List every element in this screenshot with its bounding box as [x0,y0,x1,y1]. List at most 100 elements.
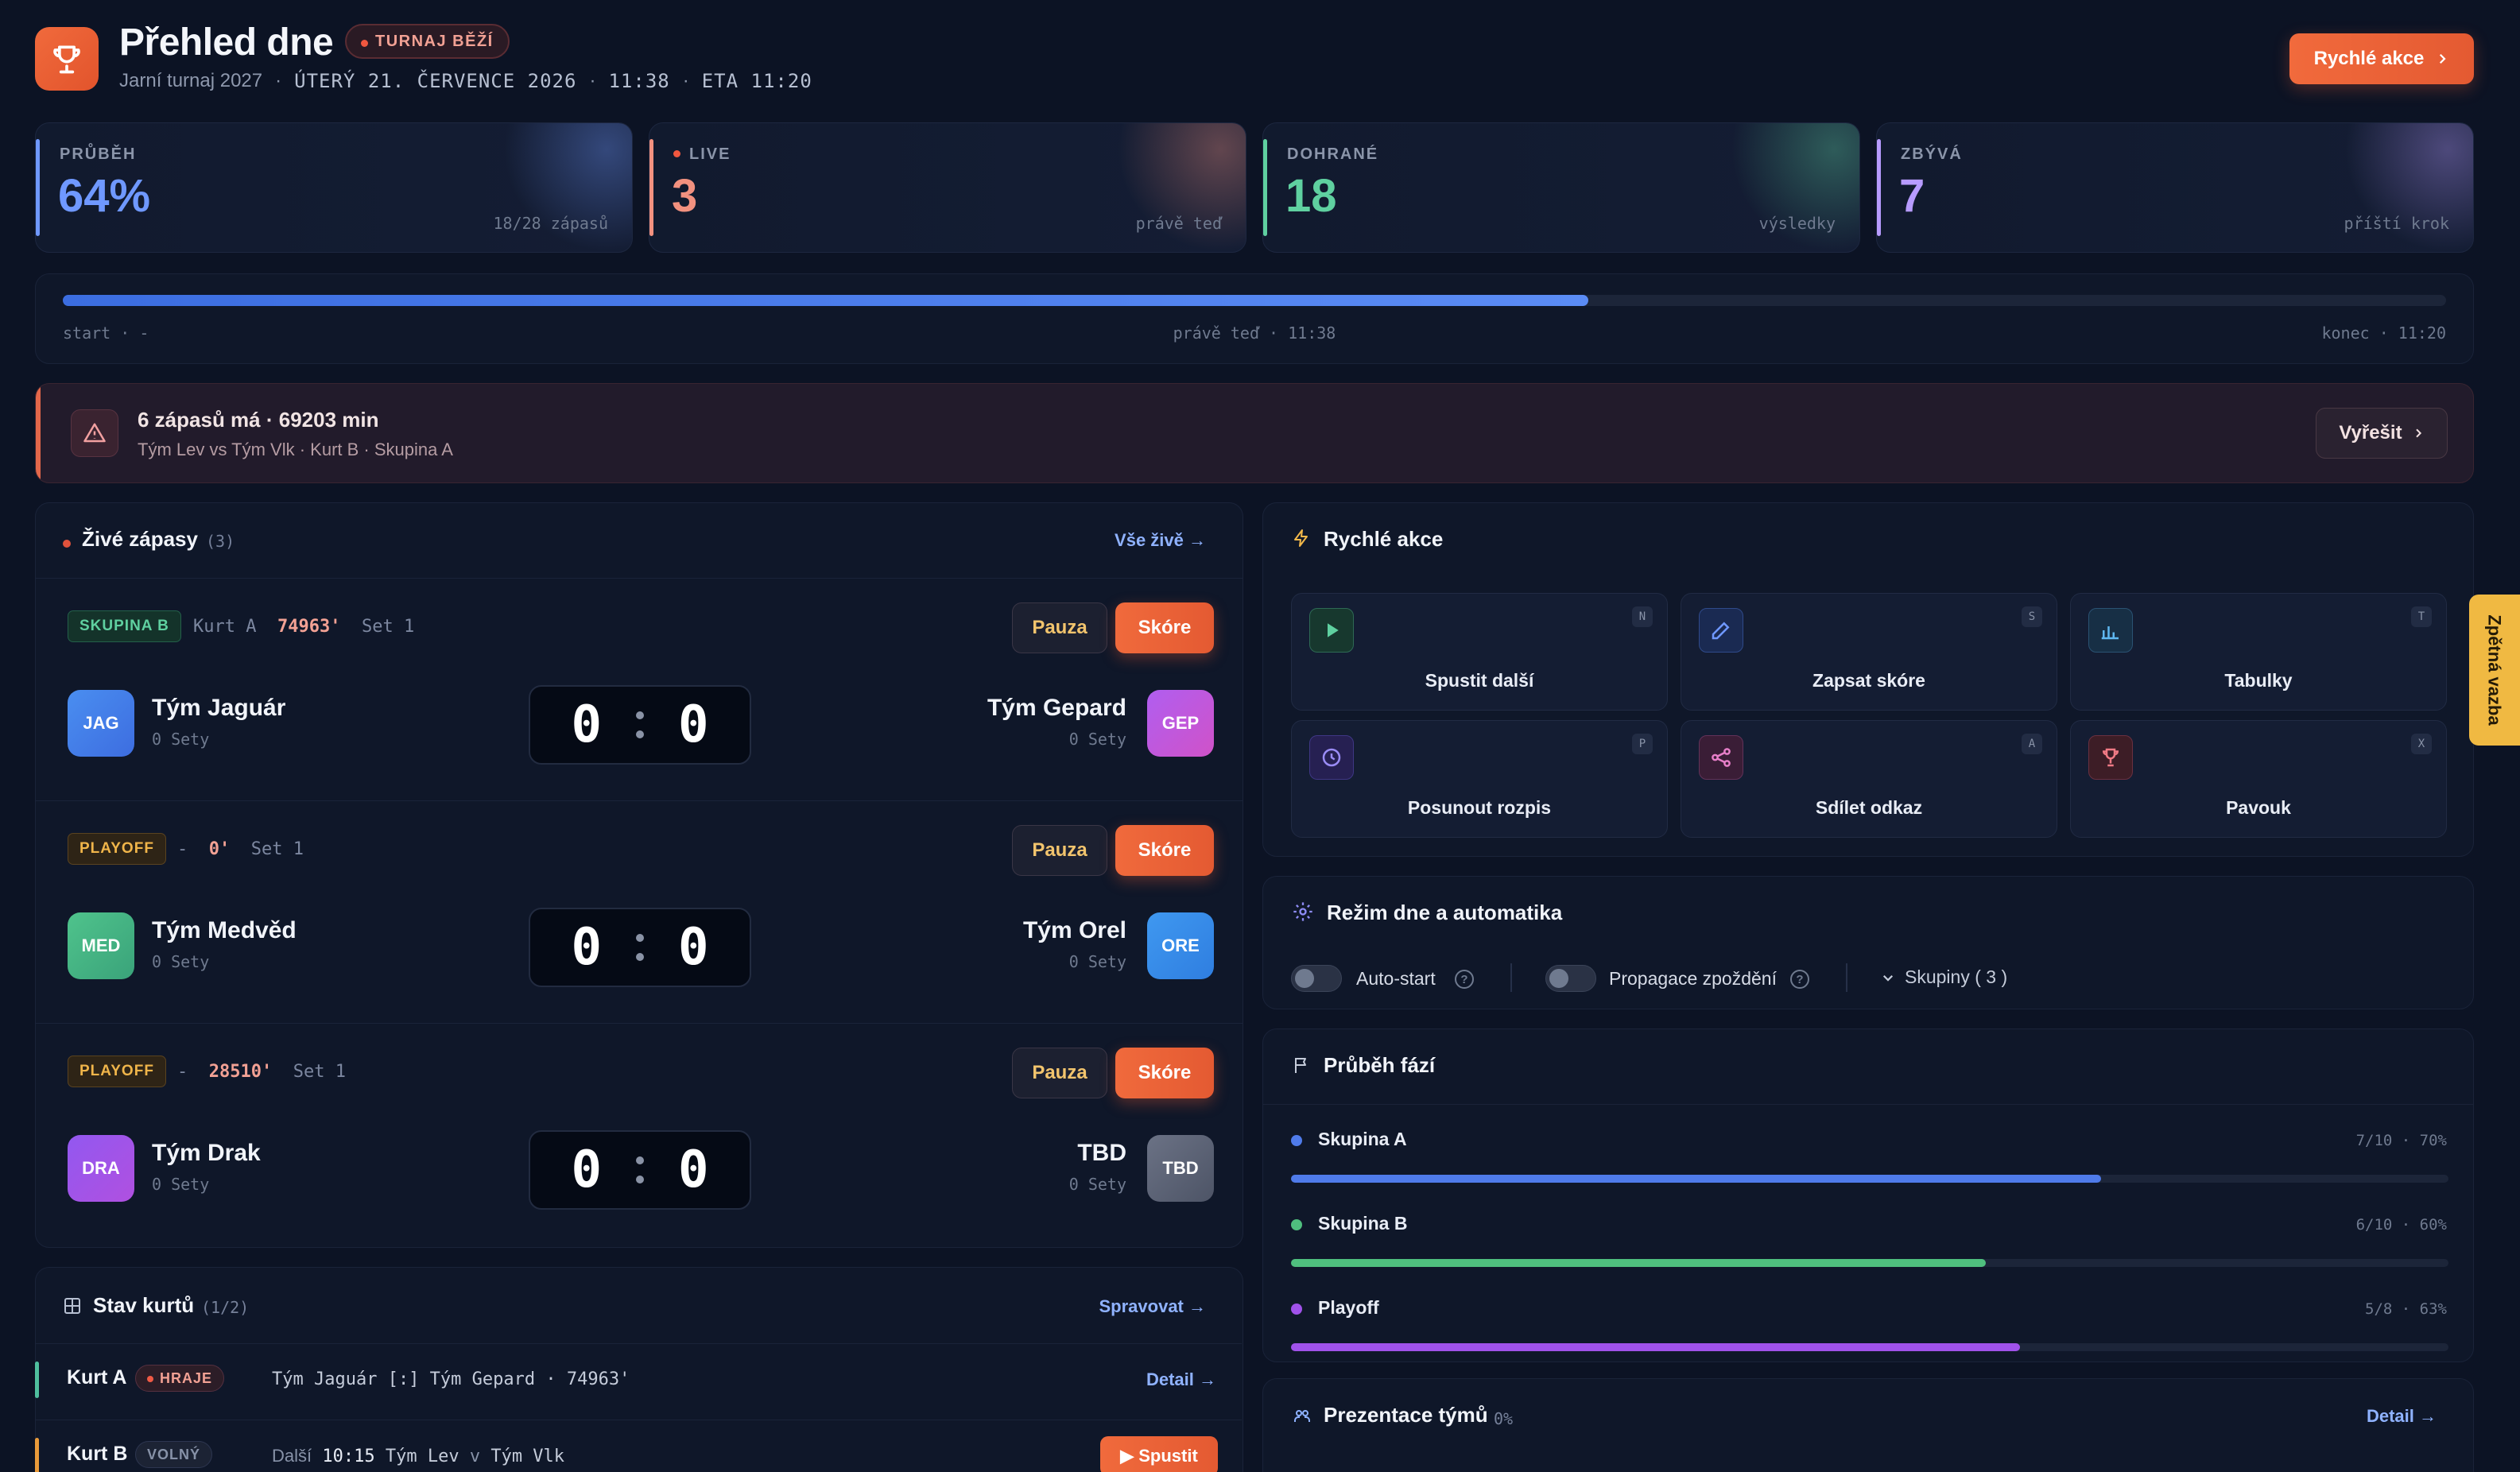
stat-note: příští krok [2344,214,2449,233]
stat-card-dohrané: DOHRANÉ 18 výsledky [1262,122,1860,253]
shortcut-key: P [1632,734,1653,754]
live-match-row: SKUPINA B Kurt A 74963' Set 1 Pauza Skór… [36,578,1243,800]
trophy-icon [53,45,80,74]
court-match-desc: Tým Jaguár [:] Tým Gepard · 74963' [272,1369,630,1389]
match-meta: - 0' Set 1 [177,839,304,859]
court-next-match: Další 10:15 Tým Lev v Tým Vlk [272,1446,565,1466]
court-detail-link[interactable]: Detail → [1146,1369,1216,1390]
away-team-sets: 0 Sety [1068,1175,1126,1194]
bolt-icon [1294,529,1308,547]
resolve-button[interactable]: Vyřešit [2316,408,2448,459]
stat-label: LIVE [673,145,731,164]
shortcut-key: S [2022,606,2042,627]
all-live-link[interactable]: Vše živě → [1115,530,1206,551]
match-phase-tag: PLAYOFF [68,833,166,865]
flag-icon [1295,1058,1306,1073]
home-team-sets: 0 Sety [152,1175,210,1194]
pause-button[interactable]: Pauza [1012,825,1107,876]
autostart-toggle[interactable] [1291,965,1342,992]
quick-action-spustit-další[interactable]: N Spustit další [1291,593,1668,711]
shortcut-key: T [2411,606,2432,627]
scoreboard: 0 0 [529,908,751,987]
automation-title: Režim dne a automatika [1327,901,1563,924]
stat-label: PRŮBĚH [60,145,137,163]
presentation-count: 0% [1494,1409,1514,1428]
groups-dropdown[interactable]: Skupiny ( 3 ) [1881,966,2007,988]
feedback-tab[interactable]: Zpětná vazba [2469,595,2520,746]
page-title: Přehled dne [119,21,334,64]
delay-propagation-toggle[interactable] [1545,965,1596,992]
pause-button[interactable]: Pauza [1012,1048,1107,1098]
delay-propagation-label: Propagace zpoždění [1609,968,1777,989]
current-date: ÚTERÝ 21. ČERVENCE 2026 [294,70,577,92]
presentation-panel: Prezentace týmů 0% Detail → [1262,1378,2474,1472]
phase-dot [1291,1135,1302,1146]
stat-note: výsledky [1758,214,1836,233]
stat-value: 18 [1285,170,1337,222]
phase-stat: 7/10 · 70% [2355,1132,2447,1149]
chevron-right-icon [2415,428,2421,438]
stat-note: právě teď [1135,214,1222,233]
alert-title: 6 zápasů má · 69203 min [138,408,379,432]
phase-progress-track [1291,1343,2448,1351]
team-avatar: MED [68,912,134,979]
stat-value: 7 [1899,170,1925,222]
start-court-button[interactable]: ▶ Spustit [1100,1436,1218,1472]
phases-panel: Průběh fází [1262,1028,2474,1362]
eta: ETA 11:20 [701,70,812,92]
share-icon [1699,735,1743,780]
home-team-name: Tým Jaguár [152,695,286,721]
trophy-icon [2088,735,2133,780]
bar-chart-icon [2088,608,2133,653]
automation-panel: Režim dne a automatika [1262,876,2474,1009]
quick-action-tabulky[interactable]: T Tabulky [2070,593,2447,711]
quick-action-posunout-rozpis[interactable]: P Posunout rozpis [1291,720,1668,838]
phase-name: Skupina A [1318,1129,1407,1149]
match-phase-tag: PLAYOFF [68,1056,166,1087]
stat-card-live: LIVE 3 právě teď [649,122,1246,253]
home-team-sets: 0 Sety [152,952,210,971]
stat-card-průběh: PRŮBĚH 64% 18/28 zápasů [35,122,633,253]
quick-action-label: Sdílet odkaz [1815,797,1923,818]
live-matches-count: (3) [206,532,235,551]
presentation-detail-link[interactable]: Detail → [2367,1406,2437,1427]
help-icon[interactable]: ? [1455,970,1474,989]
chevron-right-icon [2440,53,2446,64]
live-match-row: PLAYOFF - 28510' Set 1 Pauza Skóre DRA T… [36,1023,1243,1245]
warning-icon [71,409,118,457]
court-name: Kurt B [67,1443,128,1465]
quick-actions-button[interactable]: Rychlé akce [2289,33,2474,84]
score-button[interactable]: Skóre [1115,602,1214,653]
phase-name: Playoff [1318,1297,1379,1318]
header-subline: Jarní turnaj 2027 · ÚTERÝ 21. ČERVENCE 2… [119,70,812,92]
team-avatar: DRA [68,1135,134,1202]
autostart-label: Auto-start [1356,968,1436,989]
shortcut-key: X [2411,734,2432,754]
pen-icon [1699,608,1743,653]
quick-action-pavouk[interactable]: X Pavouk [2070,720,2447,838]
current-time: 11:38 [608,70,670,92]
quick-action-sdílet-odkaz[interactable]: A Sdílet odkaz [1681,720,2057,838]
phases-title: Průběh fází [1324,1053,1436,1077]
away-score: 0 [677,1141,709,1199]
phase-progress-fill [1291,1343,2021,1351]
team-avatar: JAG [68,690,134,757]
help-icon[interactable]: ? [1790,970,1809,989]
court-row: Kurt A HRAJE Tým Jaguár [:] Tým Gepard ·… [35,1343,1242,1420]
stat-note: 18/28 zápasů [493,214,609,233]
score-button[interactable]: Skóre [1115,1048,1214,1098]
phase-progress-track [1291,1259,2448,1267]
home-score: 0 [571,1141,603,1199]
pause-button[interactable]: Pauza [1012,602,1107,653]
quick-action-label: Tabulky [2224,670,2293,691]
live-matches-title: Živé zápasy [82,527,198,551]
match-meta: Kurt A 74963' Set 1 [193,617,415,637]
quick-action-label: Spustit další [1425,670,1534,691]
home-team-name: Tým Medvěd [152,917,297,943]
quick-action-zapsat-skóre[interactable]: S Zapsat skóre [1681,593,2057,711]
score-button[interactable]: Skóre [1115,825,1214,876]
manage-courts-link[interactable]: Spravovat → [1099,1296,1207,1317]
court-name: Kurt A [67,1366,127,1389]
stat-value: 64% [58,170,151,222]
progress-track [63,295,2446,306]
